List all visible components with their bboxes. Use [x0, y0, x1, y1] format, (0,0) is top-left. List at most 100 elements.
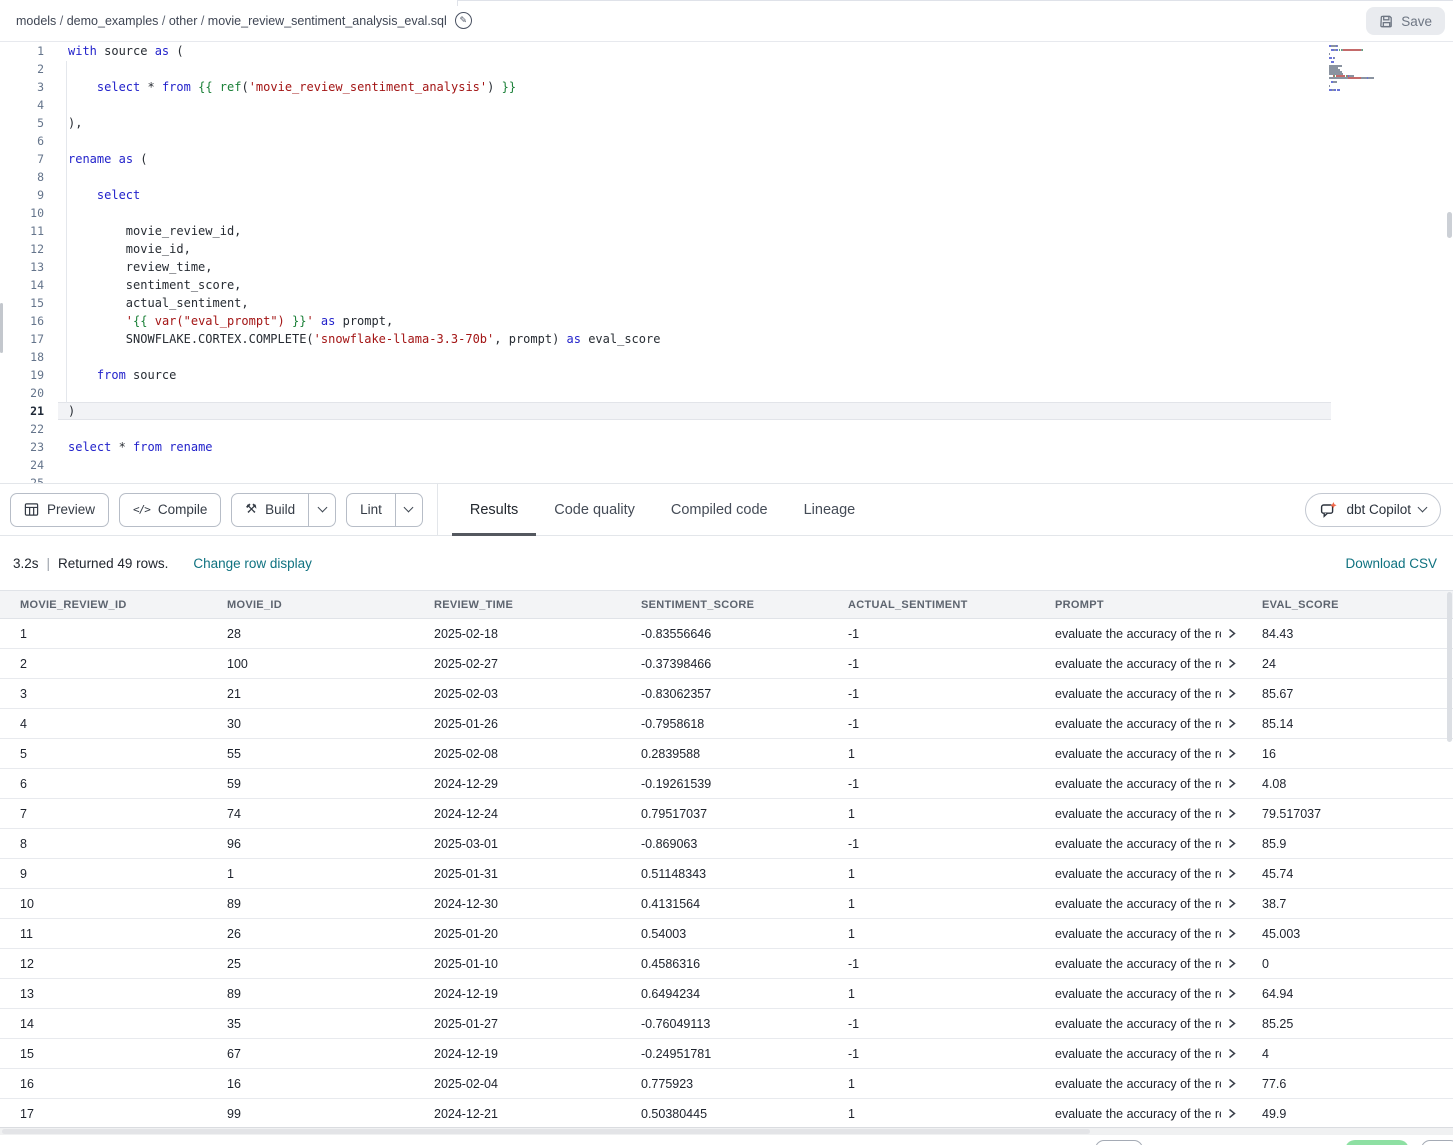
- table-scrollbar[interactable]: [1447, 592, 1452, 1125]
- editor-scrollbar-thumb[interactable]: [1447, 212, 1452, 238]
- code-text: SNOWFLAKE.CORTEX.COMPLETE('snowflake-lla…: [44, 330, 660, 348]
- bottom-cutoff-button-2[interactable]: [1421, 1140, 1453, 1145]
- line-number: 23: [0, 438, 44, 456]
- cell-eval-score: 45.74: [1242, 867, 1453, 881]
- horizontal-scrollbar-thumb[interactable]: [2, 1129, 1090, 1134]
- code-line[interactable]: 11 movie_review_id,: [0, 222, 1453, 240]
- expand-prompt-chevron-icon[interactable]: [1228, 688, 1236, 699]
- code-line[interactable]: 14 sentiment_score,: [0, 276, 1453, 294]
- expand-prompt-chevron-icon[interactable]: [1228, 718, 1236, 729]
- cell-sentiment-score: 0.54003: [621, 927, 828, 941]
- code-line[interactable]: 23select * from rename: [0, 438, 1453, 456]
- tab-results[interactable]: Results: [452, 484, 536, 535]
- code-line[interactable]: 18: [0, 348, 1453, 366]
- expand-prompt-chevron-icon[interactable]: [1228, 838, 1236, 849]
- column-header[interactable]: PROMPT: [1035, 599, 1242, 611]
- column-header[interactable]: REVIEW_TIME: [414, 599, 621, 611]
- expand-prompt-chevron-icon[interactable]: [1228, 958, 1236, 969]
- code-line[interactable]: 15 actual_sentiment,: [0, 294, 1453, 312]
- code-line[interactable]: 19 from source: [0, 366, 1453, 384]
- cell-actual-sentiment: -1: [828, 657, 1035, 671]
- build-dropdown-button[interactable]: [308, 494, 335, 526]
- save-button[interactable]: Save: [1366, 7, 1445, 35]
- expand-prompt-chevron-icon[interactable]: [1228, 1108, 1236, 1119]
- code-line[interactable]: 12 movie_id,: [0, 240, 1453, 258]
- minimap-line: [1329, 93, 1441, 95]
- expand-prompt-chevron-icon[interactable]: [1228, 1048, 1236, 1059]
- code-line[interactable]: 22: [0, 420, 1453, 438]
- cell-eval-score: 38.7: [1242, 897, 1453, 911]
- lint-button[interactable]: Lint: [347, 494, 395, 526]
- expand-prompt-chevron-icon[interactable]: [1228, 808, 1236, 819]
- cell-sentiment-score: 0.775923: [621, 1077, 828, 1091]
- cell-review-time: 2025-01-10: [414, 957, 621, 971]
- bottom-cutoff-button-1[interactable]: [1095, 1140, 1143, 1145]
- breadcrumb-item[interactable]: other: [169, 14, 198, 28]
- horizontal-scrollbar[interactable]: [0, 1127, 1453, 1135]
- code-line[interactable]: 7rename as (: [0, 150, 1453, 168]
- code-line[interactable]: 21): [0, 402, 1453, 420]
- expand-prompt-chevron-icon[interactable]: [1228, 778, 1236, 789]
- code-line[interactable]: 20: [0, 384, 1453, 402]
- line-number: 3: [0, 78, 44, 96]
- tab-code-quality-label: Code quality: [554, 502, 635, 518]
- code-line[interactable]: 8: [0, 168, 1453, 186]
- expand-prompt-chevron-icon[interactable]: [1228, 928, 1236, 939]
- rows-returned: Returned 49 rows.: [58, 556, 168, 571]
- tab-compiled-code[interactable]: Compiled code: [653, 484, 786, 535]
- breadcrumb-item[interactable]: movie_review_sentiment_analysis_eval.sql: [208, 14, 447, 28]
- dbt-copilot-button[interactable]: dbt Copilot: [1305, 493, 1441, 527]
- code-editor[interactable]: 1with source as (23 select * from {{ ref…: [0, 42, 1453, 483]
- code-line[interactable]: 9 select: [0, 186, 1453, 204]
- code-line[interactable]: 2: [0, 60, 1453, 78]
- cell-review-time: 2025-02-04: [414, 1077, 621, 1091]
- build-button[interactable]: ⚒ Build: [232, 494, 308, 526]
- lint-dropdown-button[interactable]: [395, 494, 422, 526]
- compile-button[interactable]: </> Compile: [119, 493, 221, 527]
- column-header[interactable]: EVAL_SCORE: [1242, 599, 1453, 611]
- minimap[interactable]: [1329, 45, 1441, 95]
- column-header[interactable]: MOVIE_ID: [207, 599, 414, 611]
- change-row-display-link[interactable]: Change row display: [193, 556, 312, 571]
- expand-prompt-chevron-icon[interactable]: [1228, 1018, 1236, 1029]
- code-line[interactable]: 10: [0, 204, 1453, 222]
- column-header[interactable]: SENTIMENT_SCORE: [621, 599, 828, 611]
- file-status-icon[interactable]: ✎: [455, 12, 472, 29]
- preview-button[interactable]: Preview: [10, 493, 109, 527]
- cell-movie-id: 89: [207, 987, 414, 1001]
- bottom-cutoff-green-pill[interactable]: [1345, 1140, 1409, 1145]
- breadcrumb-item[interactable]: demo_examples: [67, 14, 159, 28]
- code-line[interactable]: 3 select * from {{ ref('movie_review_sen…: [0, 78, 1453, 96]
- expand-prompt-chevron-icon[interactable]: [1228, 898, 1236, 909]
- download-csv-link[interactable]: Download CSV: [1345, 556, 1437, 571]
- code-line[interactable]: 1with source as (: [0, 42, 1453, 60]
- column-header[interactable]: ACTUAL_SENTIMENT: [828, 599, 1035, 611]
- cell-eval-score: 4: [1242, 1047, 1453, 1061]
- code-line[interactable]: 24: [0, 456, 1453, 474]
- cell-actual-sentiment: 1: [828, 1107, 1035, 1121]
- table-scrollbar-thumb[interactable]: [1447, 592, 1452, 742]
- column-header[interactable]: MOVIE_REVIEW_ID: [0, 599, 207, 611]
- code-line[interactable]: 4: [0, 96, 1453, 114]
- expand-prompt-chevron-icon[interactable]: [1228, 748, 1236, 759]
- tab-code-quality[interactable]: Code quality: [536, 484, 653, 535]
- code-line[interactable]: 16 '{{ var("eval_prompt") }}' as prompt,: [0, 312, 1453, 330]
- expand-prompt-chevron-icon[interactable]: [1228, 658, 1236, 669]
- code-line[interactable]: 13 review_time,: [0, 258, 1453, 276]
- expand-prompt-chevron-icon[interactable]: [1228, 868, 1236, 879]
- expand-prompt-chevron-icon[interactable]: [1228, 628, 1236, 639]
- code-line[interactable]: 17 SNOWFLAKE.CORTEX.COMPLETE('snowflake-…: [0, 330, 1453, 348]
- line-number: 5: [0, 114, 44, 132]
- preview-label: Preview: [47, 502, 95, 517]
- tab-lineage[interactable]: Lineage: [786, 484, 874, 535]
- code-line[interactable]: 6: [0, 132, 1453, 150]
- code-line[interactable]: 25: [0, 474, 1453, 483]
- line-number: 9: [0, 186, 44, 204]
- expand-prompt-chevron-icon[interactable]: [1228, 1078, 1236, 1089]
- prompt-text: evaluate the accuracy of the res…: [1055, 837, 1221, 851]
- expand-prompt-chevron-icon[interactable]: [1228, 988, 1236, 999]
- code-line[interactable]: 5),: [0, 114, 1453, 132]
- editor-scrollbar[interactable]: [1447, 42, 1452, 483]
- prompt-text: evaluate the accuracy of the res…: [1055, 1077, 1221, 1091]
- breadcrumb-item[interactable]: models: [16, 14, 56, 28]
